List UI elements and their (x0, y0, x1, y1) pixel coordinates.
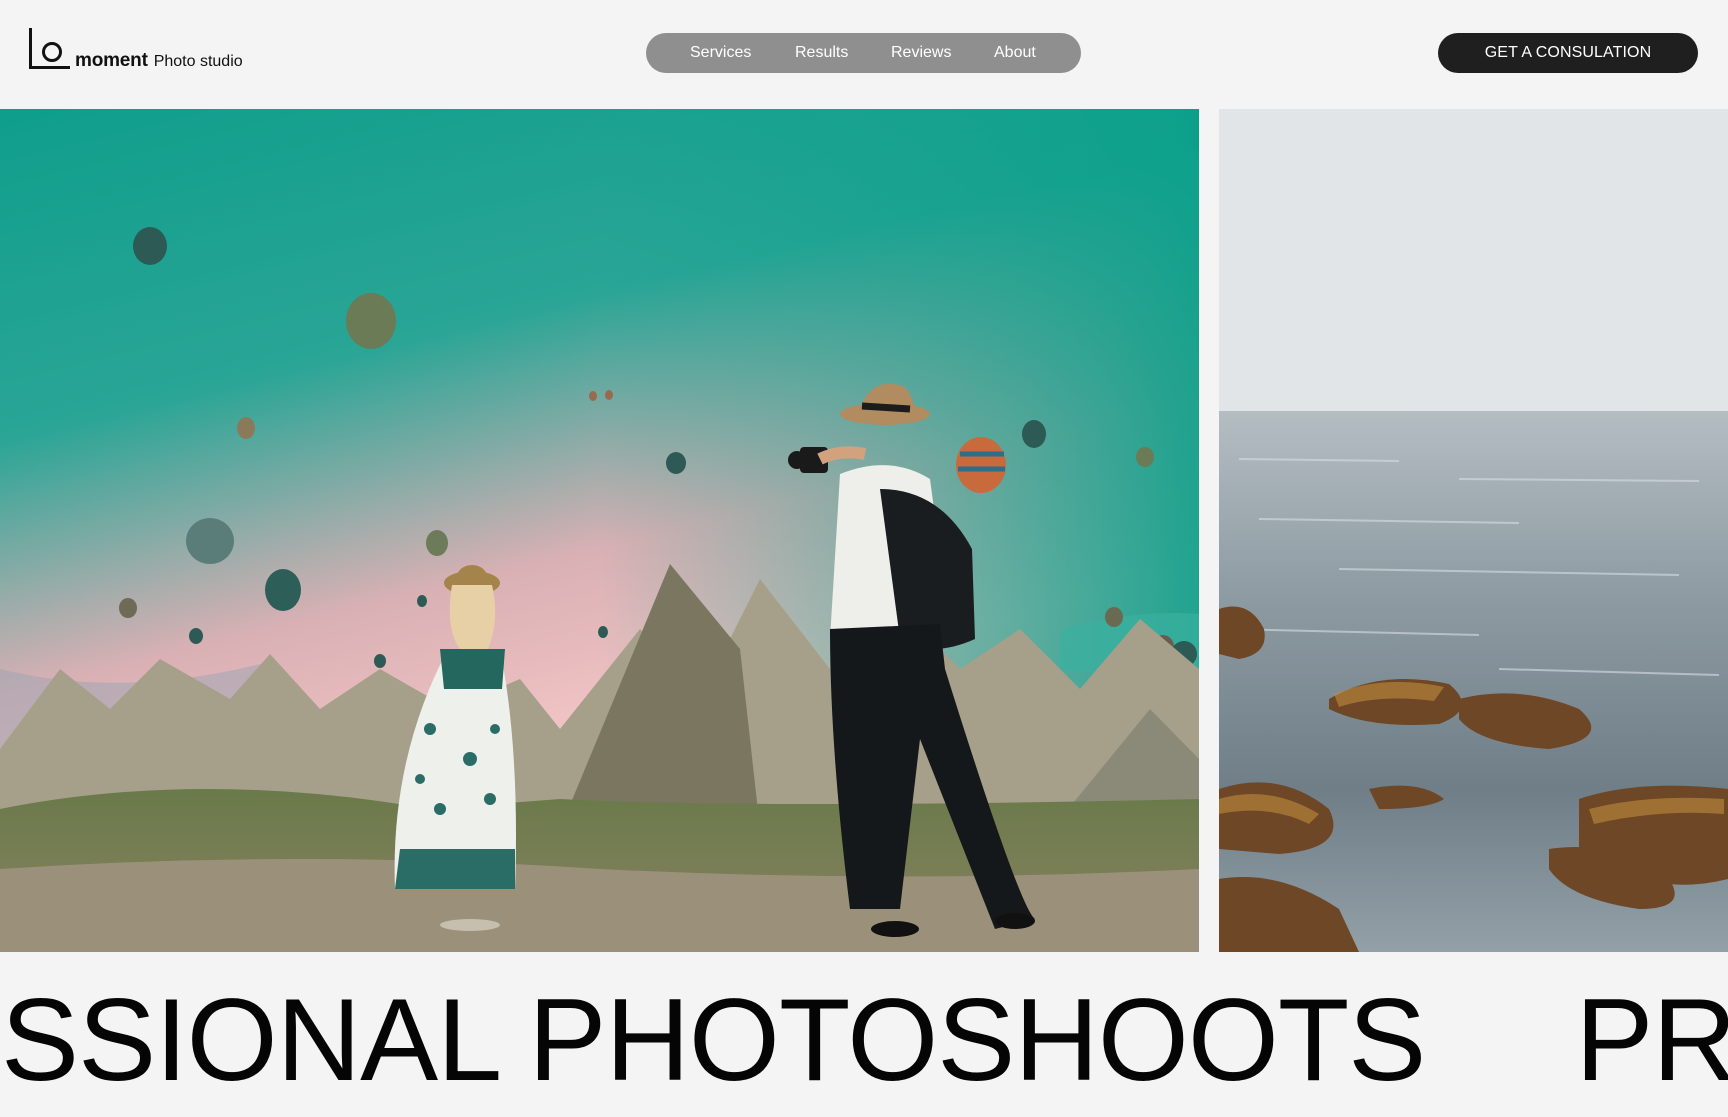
logo-mark-icon (29, 28, 73, 72)
marquee-banner: PROFESSIONAL PHOTOSHOOTS PROFESSIONAL PHO… (0, 965, 1728, 1117)
marquee-text: PROFESSIONAL PHOTOSHOOTS (0, 974, 1426, 1105)
nav-item-about[interactable]: About (994, 33, 1036, 73)
brand-tagline: Photo studio (153, 53, 243, 70)
marquee-text-repeat: PROFESSIONAL PHOTOSHOOTS (1575, 974, 1728, 1105)
main-nav: Services Results Reviews About (646, 33, 1081, 73)
brand-name: moment (75, 50, 148, 71)
brand-logo[interactable]: moment Photo studio (29, 28, 243, 72)
nav-item-services[interactable]: Services (690, 33, 751, 73)
site-header: moment Photo studio Services Results Rev… (0, 0, 1728, 108)
nav-item-reviews[interactable]: Reviews (891, 33, 951, 73)
nav-item-results[interactable]: Results (795, 33, 848, 73)
gallery-photo-sea (1219, 109, 1728, 952)
gallery-photo-balloons (0, 109, 1199, 952)
consultation-button[interactable]: GET A CONSULATION (1438, 33, 1698, 73)
